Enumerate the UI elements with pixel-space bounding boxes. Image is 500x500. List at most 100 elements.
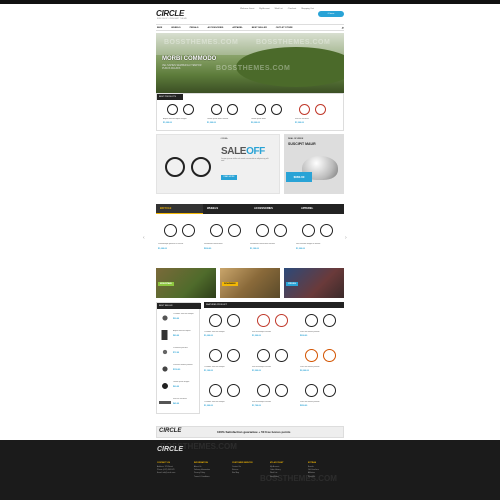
product-name[interactable]: Lorem ipsum feugiat [173, 381, 199, 383]
cart-button[interactable]: 0 Items [318, 11, 344, 17]
bestseller-item[interactable]: Praesent finibus pulvinar $150.00 [159, 362, 199, 378]
footer-col-information: INFORMATION About Us Delivery Informatio… [194, 462, 210, 478]
nav-item-best-seller[interactable]: Best Seller [252, 27, 267, 29]
strip-product[interactable]: Lorem ipsum dolor facilisis $1,200.00 [207, 100, 245, 130]
top-link[interactable]: Checkout [288, 8, 296, 10]
product-name[interactable]: Lorem ipsum dolor [251, 118, 289, 120]
tab-wheels[interactable]: Wheels [203, 204, 250, 214]
footer-link[interactable]: Gift Vouchers [308, 469, 319, 471]
nav-item-apparel[interactable]: Apparel [232, 27, 242, 29]
product-name[interactable]: Non molestie magna in mauris [296, 243, 340, 245]
tab-accessories[interactable]: Accessories [250, 204, 297, 214]
carousel-prev-arrow[interactable]: ‹ [143, 235, 145, 241]
deal-banner[interactable]: DEAL OF WEEK SUSCIPIT MAUR $080.00 [284, 134, 344, 194]
product-name[interactable]: Aliquet facilisis aliquet feugiat [163, 118, 201, 120]
product-name[interactable]: Vestibulum consectetur [204, 243, 248, 245]
nav-item-accessories[interactable]: Accessories [207, 27, 223, 29]
product-name[interactable]: Curabitur non velit tempor [204, 366, 248, 368]
product-name[interactable]: Curabitur non velit tempor [173, 313, 199, 315]
footer-text: Email: info@circle.com [157, 472, 176, 475]
product-price: $1,000.00 [163, 122, 172, 124]
promo-cross[interactable]: CROSS [284, 268, 344, 298]
footer-link[interactable]: Specials [308, 476, 319, 478]
tab-product[interactable]: Non molestie magna in mauris $1,300.00 [296, 216, 340, 262]
product-name[interactable]: Sed scelerisque facilisis [252, 366, 296, 368]
carousel-next-arrow[interactable]: › [345, 235, 347, 241]
top-link[interactable]: Welcome Guest [240, 8, 254, 10]
bestseller-item[interactable]: Phasellus posuere $72.00 [159, 345, 199, 361]
tab-bicycle[interactable]: Bicycle [156, 204, 203, 214]
featured-product[interactable]: Curabitur non velit tempor $1,000.00 [204, 310, 248, 345]
featured-product[interactable]: Sed scelerisque facilisis $1,700.00 [252, 380, 296, 415]
bestseller-item[interactable]: Curabitur non velit tempor $90.00 [159, 311, 199, 327]
footer-link[interactable]: Site Map [232, 472, 253, 474]
product-name[interactable]: Proin vel mauris pretium [300, 401, 344, 403]
product-name[interactable]: Aliquet facilisis aliquet [173, 330, 199, 332]
bestseller-item[interactable]: Aliquet facilisis aliquet $80.00 [159, 328, 199, 344]
footer-link[interactable]: Brands [308, 466, 319, 468]
nav-item-outlet-store[interactable]: Outlet Store [276, 27, 293, 29]
footer-link[interactable]: Contact Us [232, 466, 253, 468]
nav-item-wheels[interactable]: Wheels [171, 27, 180, 29]
sale-banner[interactable]: ORBEA SALEOFF Lorem ipsum dolor sit amet… [156, 134, 280, 194]
category-promos: MOUNTAIN ROADBIKE CROSS [156, 268, 344, 298]
product-name[interactable]: Proin vel mauris pretium [300, 331, 344, 333]
product-name[interactable]: Sed scelerisque facilisis [252, 331, 296, 333]
nav-item-pedals[interactable]: Pedals [190, 27, 199, 29]
product-name[interactable]: Vestibulum consectetur facilisis [250, 243, 294, 245]
nav-item-bike[interactable]: Bike [157, 27, 162, 29]
read-more-button[interactable]: READ MORE [221, 175, 237, 180]
tab-product[interactable]: Vestibulum consectetur facilisis $1,100.… [250, 216, 294, 262]
site-footer: BOSSTHEMES.COM BOSSTHEMES.COM CIRCLE CON… [0, 440, 500, 500]
product-name[interactable]: Sed nec tincidunt [173, 398, 199, 400]
product-name[interactable]: Curabitur non velit tempor [204, 401, 248, 403]
hero-slider[interactable]: BOSSTHEMES.COM BOSSTHEMES.COM BOSSTHEMES… [156, 33, 344, 93]
product-name[interactable]: Praesent finibus pulvinar [173, 364, 199, 366]
featured-product[interactable]: Sed scelerisque facilisis $1,200.00 [252, 310, 296, 345]
footer-link[interactable]: Returns [232, 469, 253, 471]
top-link[interactable]: Wish List [275, 8, 283, 10]
product-price: $150.00 [173, 369, 181, 371]
product-name[interactable]: Lorem ipsum dolor facilisis [207, 118, 245, 120]
product-price: $45.00 [173, 403, 180, 405]
strip-product[interactable]: Aliquet facilisis aliquet feugiat $1,000… [163, 100, 201, 130]
featured-product[interactable]: Proin vel mauris pretium $900.00 [300, 310, 344, 345]
footer-link[interactable]: Affiliates [308, 472, 319, 474]
product-name[interactable]: Curabitur non velit tempor [204, 331, 248, 333]
tab-products-grid: Pellentesque placerat ut mauris $1,000.0… [156, 216, 344, 262]
product-name[interactable]: Sed scelerisque facilisis [252, 401, 296, 403]
promo-roadbike[interactable]: ROADBIKE [220, 268, 280, 298]
footer-link[interactable]: About Us [194, 466, 210, 468]
strip-product[interactable]: Lorem ipsum dolor $2,000.00 [251, 100, 289, 130]
bestseller-item[interactable]: Sed nec tincidunt $45.00 [159, 396, 199, 412]
product-name[interactable]: Sed nec tincidunt [295, 118, 333, 120]
site-logo[interactable]: CIRCLE [156, 9, 184, 18]
product-thumb [159, 381, 171, 391]
product-name[interactable]: Phasellus posuere [173, 347, 199, 349]
footer-link[interactable]: Wish List [270, 472, 283, 474]
footer-link[interactable]: Order History [270, 469, 283, 471]
featured-product[interactable]: Proin vel mauris pretium $2,000.00 [300, 345, 344, 380]
search-icon[interactable]: ⌕ [342, 25, 344, 30]
featured-product[interactable]: Sed scelerisque facilisis $1,500.00 [252, 345, 296, 380]
footer-text: Address: 123 Street [157, 465, 173, 468]
product-name[interactable]: Proin vel mauris pretium [300, 366, 344, 368]
featured-product[interactable]: Curabitur non velit tempor $1,300.00 [204, 380, 248, 415]
promo-mountain[interactable]: MOUNTAIN [156, 268, 216, 298]
tab-apparel[interactable]: Apparel [297, 204, 344, 214]
footer-link[interactable]: Delivery Information [194, 469, 210, 471]
footer-link[interactable]: Terms & Conditions [194, 476, 210, 478]
footer-link[interactable]: Privacy Policy [194, 472, 210, 474]
top-link[interactable]: My Account [259, 8, 269, 10]
footer-link[interactable]: Newsletter [270, 476, 283, 478]
bestseller-item[interactable]: Lorem ipsum feugiat $60.00 [159, 379, 199, 395]
footer-link[interactable]: My Account [270, 466, 283, 468]
product-thumb [159, 330, 171, 340]
top-link[interactable]: Shopping Cart [301, 8, 314, 10]
featured-product[interactable]: Proin vel mauris pretium $950.00 [300, 380, 344, 415]
tab-product[interactable]: Vestibulum consectetur $900.00 [204, 216, 248, 262]
strip-product[interactable]: Sed nec tincidunt $1,500.00 [295, 100, 333, 130]
tab-product[interactable]: Pellentesque placerat ut mauris $1,000.0… [158, 216, 202, 262]
product-name[interactable]: Pellentesque placerat ut mauris [158, 243, 202, 245]
featured-product[interactable]: Curabitur non velit tempor $1,100.00 [204, 345, 248, 380]
